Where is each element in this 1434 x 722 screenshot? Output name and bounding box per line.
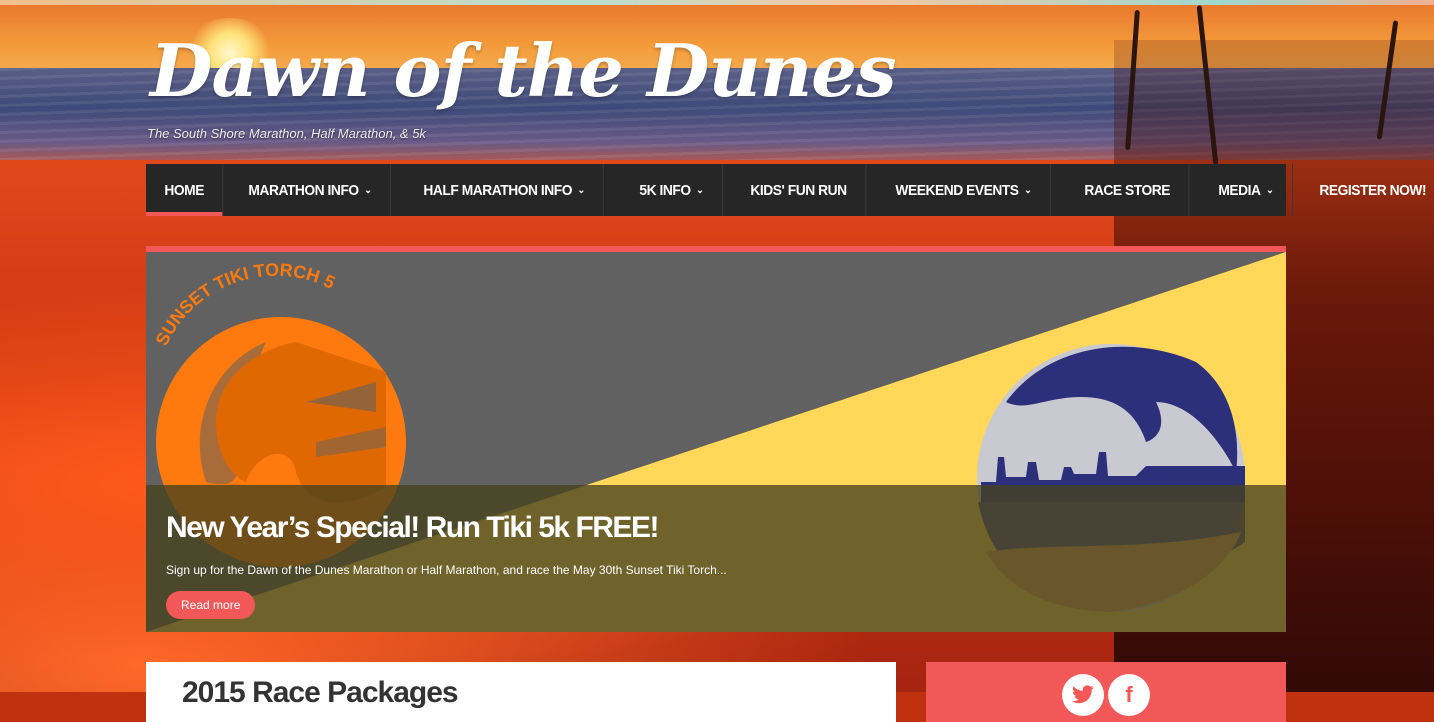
nav-item-label: RACE STORE bbox=[1084, 181, 1171, 199]
nav-item-marathon-info[interactable]: MARATHON INFO ⌄ bbox=[230, 164, 391, 216]
chevron-down-icon: ⌄ bbox=[577, 184, 585, 196]
nav-item-label: REGISTER NOW! bbox=[1319, 181, 1427, 199]
facebook-icon[interactable]: f bbox=[1108, 674, 1150, 716]
chevron-down-icon: ⌄ bbox=[1266, 184, 1274, 196]
nav-item-label: MARATHON INFO bbox=[248, 181, 359, 199]
read-more-button[interactable]: Read more bbox=[166, 591, 256, 619]
top-strip bbox=[0, 0, 1434, 5]
nav-item-label: WEEKEND EVENTS bbox=[895, 181, 1020, 199]
nav-item-register-now[interactable]: REGISTER NOW! bbox=[1301, 164, 1434, 216]
twitter-bird-icon bbox=[1072, 685, 1094, 704]
chevron-down-icon: ⌄ bbox=[696, 184, 704, 196]
nav-item-label: 5K INFO bbox=[639, 181, 692, 199]
nav-item-label: MEDIA bbox=[1218, 181, 1262, 199]
nav-item-label: HOME bbox=[164, 181, 204, 199]
nav-item-kids-fun-run[interactable]: KIDS' FUN RUN bbox=[732, 164, 866, 216]
chevron-down-icon: ⌄ bbox=[364, 184, 372, 196]
facebook-glyph: f bbox=[1125, 682, 1133, 707]
site-tagline: The South Shore Marathon, Half Marathon,… bbox=[147, 126, 426, 141]
nav-item-label: KIDS' FUN RUN bbox=[750, 181, 847, 199]
featured-slider[interactable]: SUNSET TIKI TORCH 5K New Year’s Special!… bbox=[146, 246, 1286, 632]
nav-item-weekend-events[interactable]: WEEKEND EVENTS ⌄ bbox=[877, 164, 1051, 216]
site-title[interactable]: Dawn of the Dunes bbox=[150, 28, 897, 113]
post-title[interactable]: 2015 Race Packages bbox=[182, 676, 459, 710]
nav-item-home[interactable]: HOME bbox=[146, 164, 224, 216]
slide-caption: New Year’s Special! Run Tiki 5k FREE! Si… bbox=[146, 485, 1286, 632]
social-widget: f bbox=[926, 662, 1286, 722]
nav-item-half-marathon-info[interactable]: HALF MARATHON INFO ⌄ bbox=[405, 164, 604, 216]
slide-excerpt: Sign up for the Dawn of the Dunes Marath… bbox=[166, 563, 727, 577]
nav-item-race-store[interactable]: RACE STORE bbox=[1066, 164, 1190, 216]
twitter-icon[interactable] bbox=[1062, 674, 1104, 716]
post-card: 2015 Race Packages bbox=[146, 662, 896, 722]
nav-item-label: HALF MARATHON INFO bbox=[423, 181, 572, 199]
slide-title[interactable]: New Year’s Special! Run Tiki 5k FREE! bbox=[166, 511, 659, 545]
chevron-down-icon: ⌄ bbox=[1024, 184, 1032, 196]
main-nav: HOME MARATHON INFO ⌄ HALF MARATHON INFO ⌄ … bbox=[146, 164, 1426, 216]
nav-item-media[interactable]: MEDIA ⌄ bbox=[1200, 164, 1293, 216]
nav-item-5k-info[interactable]: 5K INFO ⌄ bbox=[621, 164, 723, 216]
